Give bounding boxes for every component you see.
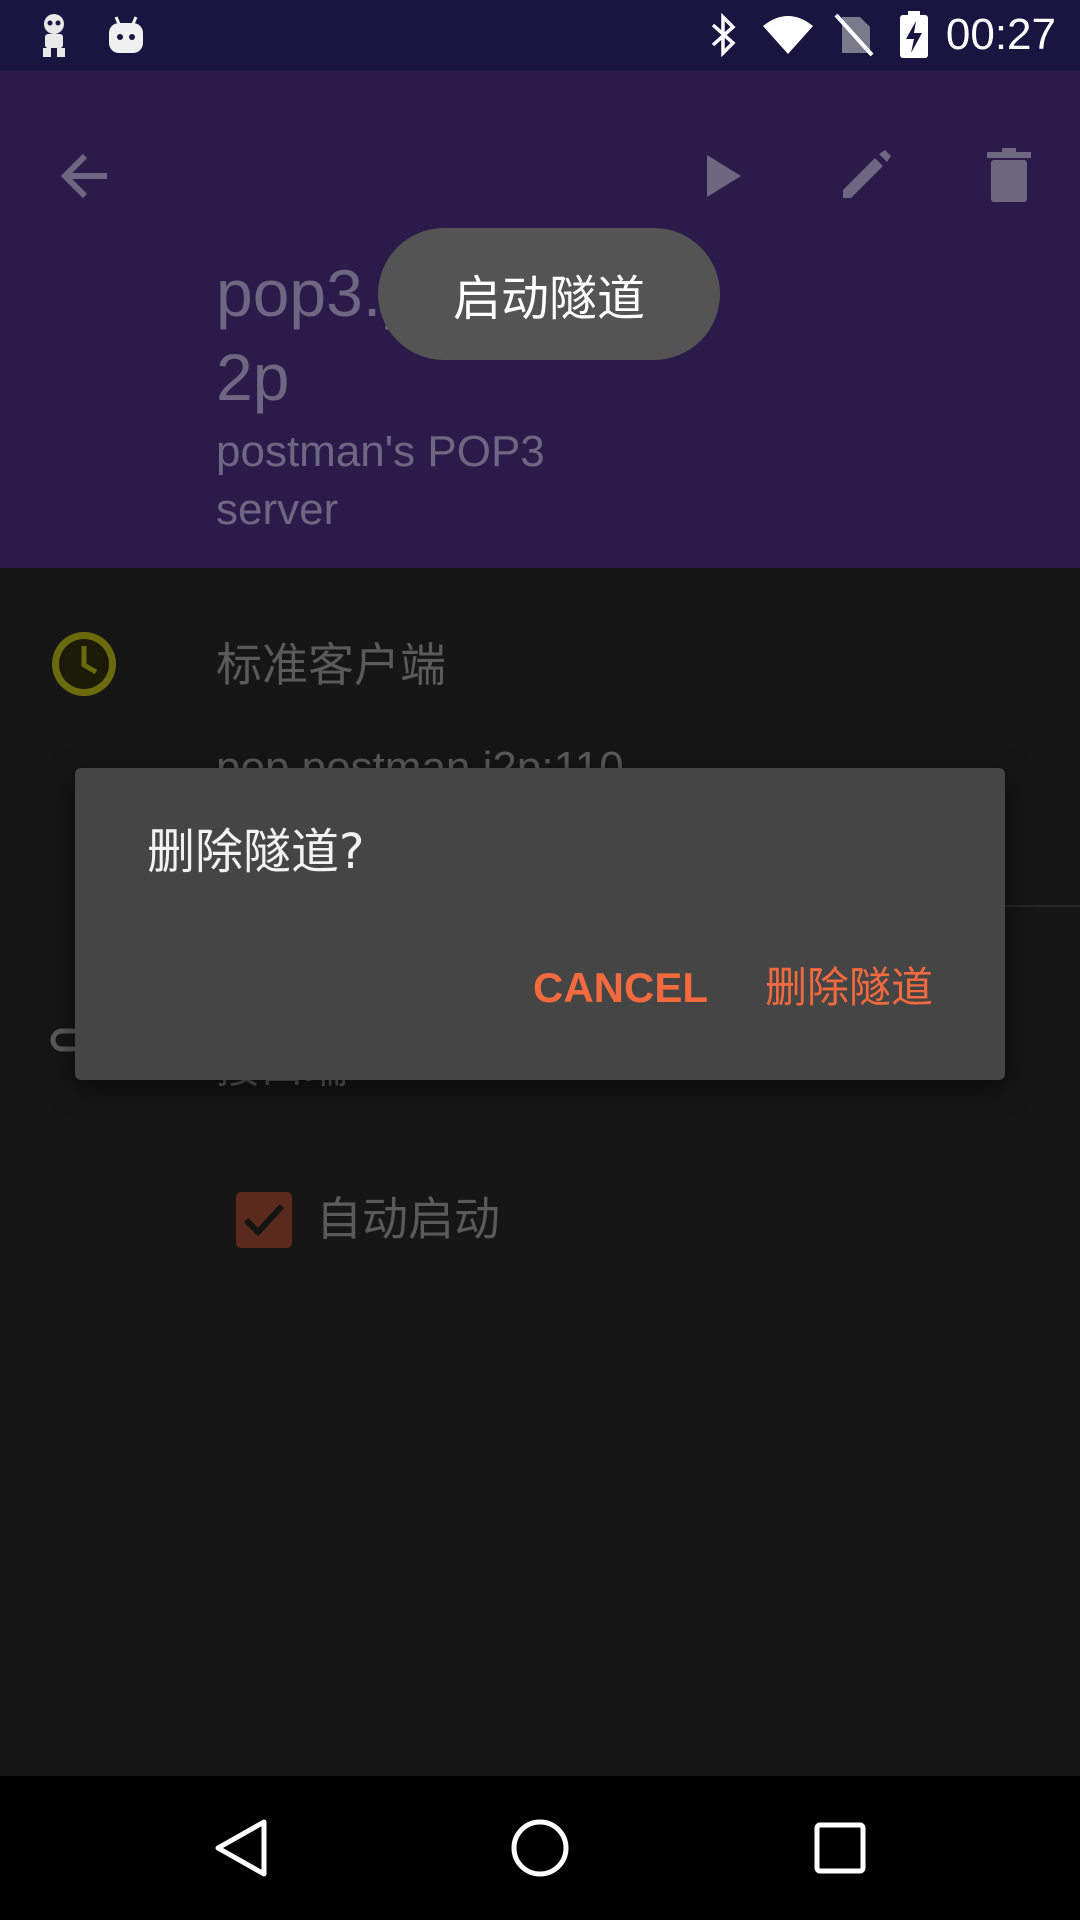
tunnel-description: postman's POP3 server xyxy=(216,427,545,534)
bluetooth-icon xyxy=(706,12,742,58)
clock-text: 00:27 xyxy=(945,10,1056,59)
back-arrow-icon[interactable] xyxy=(40,131,130,221)
clock-icon xyxy=(48,628,120,700)
robot-icon xyxy=(34,12,74,58)
autostart-label[interactable]: 自动启动 xyxy=(316,1190,500,1248)
dialog-title: 删除隧道? xyxy=(147,824,365,880)
delete-tunnel-dialog: 删除隧道? CANCEL 删除隧道 xyxy=(75,768,1005,1080)
home-circle-icon[interactable] xyxy=(490,1798,590,1898)
status-bar: 00:27 xyxy=(0,0,1080,71)
navigation-bar xyxy=(0,1776,1080,1920)
checkmark-icon xyxy=(243,1203,285,1237)
android-icon xyxy=(104,12,148,58)
delete-icon[interactable] xyxy=(964,131,1054,221)
play-icon[interactable] xyxy=(678,131,768,221)
back-triangle-icon[interactable] xyxy=(190,1798,290,1898)
wifi-icon xyxy=(760,12,816,58)
edit-icon[interactable] xyxy=(820,131,910,221)
recents-square-icon[interactable] xyxy=(790,1798,890,1898)
tunnel-type: 标准客户端 xyxy=(216,639,446,691)
battery-charging-icon xyxy=(896,11,932,58)
autostart-checkbox[interactable] xyxy=(236,1192,292,1248)
no-sim-icon xyxy=(832,12,876,58)
toast-message: 启动隧道 xyxy=(378,228,720,360)
cancel-button[interactable]: CANCEL xyxy=(533,958,708,1018)
confirm-delete-button[interactable]: 删除隧道 xyxy=(765,958,933,1018)
